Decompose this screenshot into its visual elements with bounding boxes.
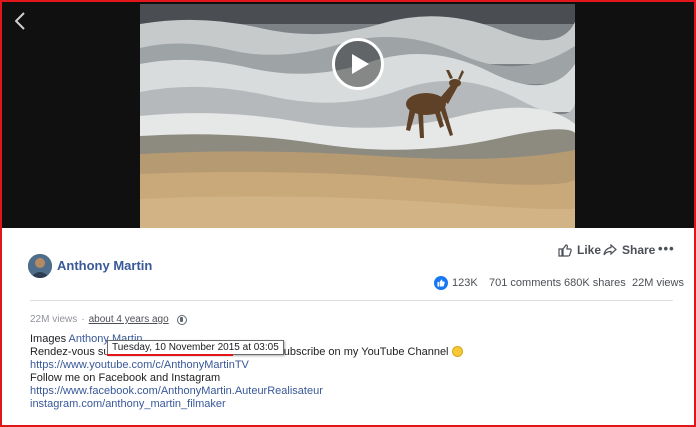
play-button[interactable]	[332, 38, 384, 90]
like-button[interactable]: Like	[558, 242, 601, 258]
description-line-3: https://www.youtube.com/c/AnthonyMartinT…	[30, 359, 249, 372]
views-count: 22M views	[632, 277, 684, 289]
description-line-6: instagram.com/anthony_martin_filmaker	[30, 398, 226, 411]
red-underline-annotation	[107, 354, 233, 356]
post-meta: 22M views · about 4 years ago	[30, 314, 187, 325]
description-line-5: https://www.facebook.com/AnthonyMartin.A…	[30, 385, 323, 398]
instagram-link[interactable]: instagram.com/anthony_martin_filmaker	[30, 398, 226, 410]
share-button[interactable]: Share	[603, 242, 655, 258]
timestamp-tooltip: Tuesday, 10 November 2015 at 03:05	[107, 340, 284, 355]
description-line-4: Follow me on Facebook and Instagram	[30, 372, 221, 384]
divider	[30, 300, 673, 301]
thumbs-up-icon	[558, 243, 572, 257]
reactions-value: 123K	[452, 277, 478, 289]
play-icon	[352, 54, 369, 74]
images-label: Images	[30, 333, 69, 345]
like-reaction-icon	[434, 276, 448, 290]
share-label: Share	[622, 243, 656, 257]
comments-count[interactable]: 701 comments	[489, 276, 561, 290]
description-text-start: Rendez-vous sur	[30, 346, 114, 358]
youtube-link[interactable]: https://www.youtube.com/c/AnthonyMartinT…	[30, 359, 249, 371]
smiley-emoji-icon	[451, 346, 463, 357]
more-options-button[interactable]: •••	[658, 240, 675, 256]
globe-icon[interactable]	[176, 314, 187, 325]
share-icon	[603, 244, 617, 256]
meta-separator: ·	[81, 314, 85, 325]
reactions-count[interactable]: 123K	[434, 276, 478, 290]
video-player[interactable]	[2, 2, 694, 228]
facebook-link[interactable]: https://www.facebook.com/AnthonyMartin.A…	[30, 385, 323, 397]
timestamp-link[interactable]: about 4 years ago	[89, 314, 169, 325]
author-avatar[interactable]	[28, 254, 52, 278]
back-icon[interactable]	[10, 10, 30, 32]
like-label: Like	[577, 243, 602, 257]
meta-views: 22M views	[30, 314, 78, 325]
author-name-link[interactable]: Anthony Martin	[57, 258, 152, 273]
shares-count[interactable]: 680K shares	[564, 276, 626, 290]
avatar-image	[28, 254, 52, 278]
